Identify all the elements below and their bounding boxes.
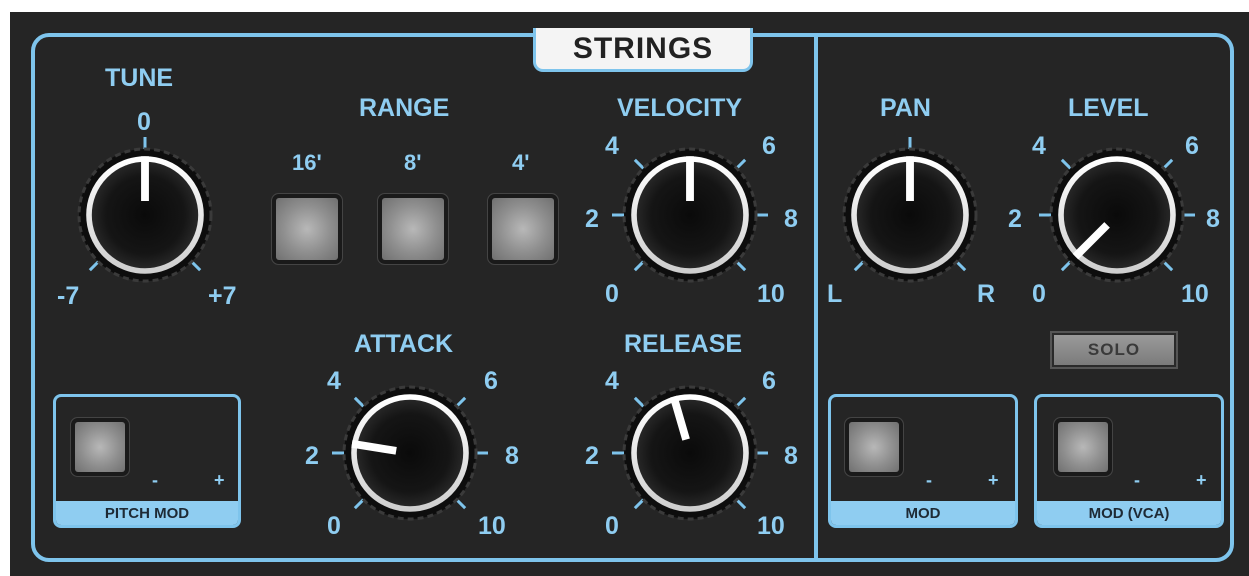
attack-tick-4: 4 [327,367,341,395]
mod-button[interactable] [849,422,899,472]
level-tick-4: 4 [1032,132,1046,160]
level-knob-tick [1060,158,1073,171]
pan-right-label: R [977,280,996,308]
mod-vca-label: MOD (VCA) [1037,501,1221,525]
pan-knob[interactable] [842,137,978,283]
attack-tick-10: 10 [478,512,506,540]
range-16-label: 16' [292,150,322,175]
tune-max-label: +7 [208,282,237,310]
mod-plus: + [988,470,999,490]
range-4-label: 4' [512,150,530,175]
attack-tick-0: 0 [327,512,341,540]
velocity-label: VELOCITY [617,94,743,122]
range-4-button[interactable] [492,198,554,260]
range-8-button[interactable] [382,198,444,260]
tune-label: TUNE [105,64,174,92]
release-tick-6: 6 [762,367,776,395]
attack-tick-2: 2 [305,442,319,470]
release-tick-2: 2 [585,442,599,470]
level-tick-2: 2 [1008,205,1022,233]
level-label: LEVEL [1068,94,1149,122]
level-tick-8: 8 [1206,205,1220,233]
attack-tick-8: 8 [505,442,519,470]
mod-vca-button[interactable] [1058,422,1108,472]
velocity-tick-4: 4 [605,132,619,160]
release-knob-tick [633,396,646,409]
solo-button[interactable]: SOLO [1052,333,1176,367]
velocity-tick-10: 10 [757,280,785,308]
level-tick-0: 0 [1032,280,1046,308]
attack-tick-6: 6 [484,367,498,395]
attack-knob[interactable] [332,385,488,521]
velocity-tick-2: 2 [585,205,599,233]
velocity-knob-tick [633,158,646,171]
release-tick-10: 10 [757,512,785,540]
range-label: RANGE [359,94,450,122]
level-knob[interactable] [1039,147,1195,283]
attack-knob-cap [351,394,469,512]
release-tick-0: 0 [605,512,619,540]
range-16-button[interactable] [276,198,338,260]
release-tick-8: 8 [784,442,798,470]
tune-knob[interactable] [77,137,213,283]
release-knob-cap [631,394,749,512]
mod-vca-minus: - [1134,470,1140,490]
range-8-label: 8' [404,150,422,175]
velocity-knob[interactable] [612,147,768,283]
pitch-mod-minus: - [152,470,158,490]
pan-label: PAN [880,94,931,122]
pitch-mod-plus: + [214,470,225,490]
attack-knob-tick [353,396,366,409]
velocity-tick-8: 8 [784,205,798,233]
attack-label: ATTACK [354,330,454,358]
release-tick-4: 4 [605,367,619,395]
tune-center-label: 0 [137,108,151,136]
mod-vca-plus: + [1196,470,1207,490]
mod-label: MOD [831,501,1015,525]
pan-left-label: L [827,280,843,308]
pitch-mod-label: PITCH MOD [56,501,238,525]
release-label: RELEASE [624,330,743,358]
level-tick-10: 10 [1181,280,1209,308]
pitch-mod-button[interactable] [75,422,125,472]
velocity-tick-6: 6 [762,132,776,160]
velocity-tick-0: 0 [605,280,619,308]
level-tick-6: 6 [1185,132,1199,160]
tune-min-label: -7 [57,282,80,310]
release-knob[interactable] [612,385,768,521]
mod-minus: - [926,470,932,490]
